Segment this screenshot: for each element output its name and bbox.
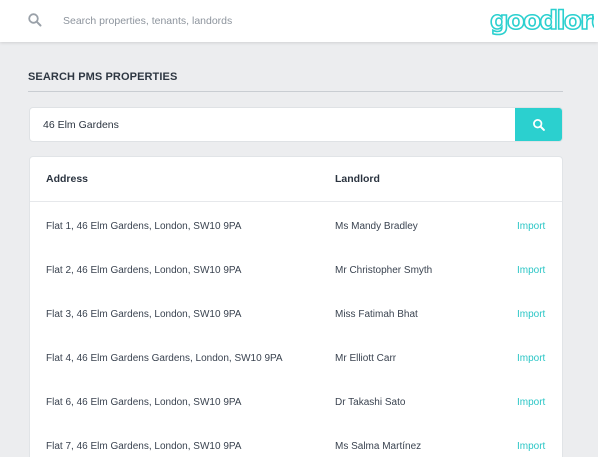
table-row: Flat 2, 46 Elm Gardens, London, SW10 9PA… [30,247,562,291]
import-link[interactable]: Import [517,397,545,408]
logo-wordmark: goodlord [490,6,594,36]
header-divider [30,201,562,202]
results-table: Address Landlord Flat 1, 46 Elm Gardens,… [29,156,563,457]
address-cell: Flat 7, 46 Elm Gardens, London, SW10 9PA [46,441,242,452]
landlord-cell: Miss Fatimah Bhat [335,309,418,320]
address-cell: Flat 6, 46 Elm Gardens, London, SW10 9PA [46,397,242,408]
import-link[interactable]: Import [517,221,545,232]
import-link[interactable]: Import [517,353,545,364]
address-cell: Flat 1, 46 Elm Gardens, London, SW10 9PA [46,221,242,232]
property-search-bar [29,107,563,142]
table-row: Flat 7, 46 Elm Gardens, London, SW10 9PA… [30,423,562,457]
import-link[interactable]: Import [517,309,545,320]
title-divider [28,91,563,92]
landlord-cell: Mr Christopher Smyth [335,265,433,276]
global-search-input[interactable] [58,9,418,33]
import-link[interactable]: Import [517,441,545,452]
landlord-cell: Dr Takashi Sato [335,397,406,408]
goodlord-logo[interactable]: goodlord [490,2,594,38]
table-row: Flat 6, 46 Elm Gardens, London, SW10 9PA… [30,379,562,423]
landlord-cell: Ms Mandy Bradley [335,221,418,232]
table-row: Flat 3, 46 Elm Gardens, London, SW10 9PA… [30,291,562,335]
top-navigation-bar: goodlord [0,0,598,42]
address-cell: Flat 2, 46 Elm Gardens, London, SW10 9PA [46,265,242,276]
table-row: Flat 1, 46 Elm Gardens, London, SW10 9PA… [30,203,562,247]
import-link[interactable]: Import [517,265,545,276]
search-icon [532,118,545,131]
table-row: Flat 4, 46 Elm Gardens Gardens, London, … [30,335,562,379]
property-search-input[interactable] [30,108,518,141]
landlord-cell: Mr Elliott Carr [335,353,397,364]
address-cell: Flat 4, 46 Elm Gardens Gardens, London, … [46,353,283,364]
address-cell: Flat 3, 46 Elm Gardens, London, SW10 9PA [46,309,242,320]
landlord-cell: Ms Salma Martínez [335,441,422,452]
search-icon[interactable] [27,12,43,28]
search-button[interactable] [515,108,562,141]
page-title: SEARCH PMS PROPERTIES [28,71,178,83]
column-header-address: Address [46,173,89,185]
column-header-landlord: Landlord [335,173,380,185]
